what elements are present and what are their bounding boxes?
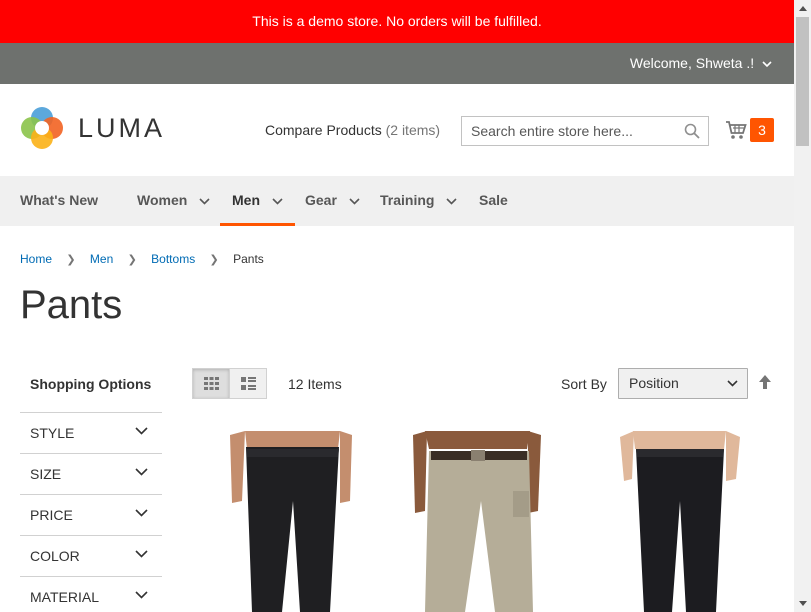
breadcrumb-current: Pants	[233, 252, 264, 266]
chevron-down-icon	[349, 198, 360, 205]
chevron-down-icon	[135, 427, 148, 435]
search-icon[interactable]	[684, 123, 700, 139]
shopping-options-title: Shopping Options	[30, 376, 152, 392]
filter-size[interactable]: SIZE	[20, 453, 162, 494]
nav-item-label: Women	[137, 192, 188, 208]
filter-price[interactable]: PRICE	[20, 494, 162, 535]
grid-icon	[203, 377, 219, 390]
product-image-1[interactable]	[200, 431, 370, 612]
nav-item-label: Gear	[305, 192, 337, 208]
main-navigation: What's New Women Men Gear Training Sale	[0, 176, 794, 226]
welcome-text: Welcome, Shweta .!	[629, 55, 755, 71]
chevron-right-icon: ❯	[127, 254, 137, 266]
top-bar: Welcome, Shweta .!	[0, 43, 794, 84]
filter-style[interactable]: STYLE	[20, 412, 162, 453]
product-image-2[interactable]	[395, 431, 565, 612]
filter-label: STYLE	[30, 425, 75, 441]
customer-welcome-menu[interactable]: Welcome, Shweta .!	[630, 43, 772, 84]
luma-logo-icon	[21, 107, 63, 149]
chevron-down-icon	[272, 198, 283, 205]
sort-direction-arrow-up-icon[interactable]	[758, 374, 772, 390]
scrollbar-thumb[interactable]	[796, 17, 809, 146]
chevron-down-icon	[135, 468, 148, 476]
filter-label: SIZE	[30, 466, 62, 482]
scroll-up-arrow-icon[interactable]	[794, 0, 811, 17]
chevron-right-icon: ❯	[209, 254, 219, 266]
chevron-down-icon	[135, 591, 148, 599]
product-photo-khaki-pants	[395, 431, 565, 612]
breadcrumb: Home ❯ Men ❯ Bottoms ❯ Pants	[20, 252, 264, 266]
filter-label: MATERIAL	[30, 589, 99, 605]
breadcrumb-bottoms[interactable]: Bottoms	[151, 252, 195, 266]
product-photo-black-pants-2	[598, 431, 768, 612]
nav-item-whats-new[interactable]: What's New	[20, 176, 98, 226]
chevron-down-icon	[762, 61, 772, 68]
product-image-3[interactable]	[598, 431, 768, 612]
chevron-right-icon: ❯	[66, 254, 76, 266]
scroll-down-arrow-icon[interactable]	[794, 595, 811, 612]
chevron-down-icon	[135, 509, 148, 517]
product-photo-black-pants	[200, 431, 370, 612]
compare-count: (2 items)	[385, 122, 441, 138]
page-title: Pants	[20, 283, 123, 327]
cart-count-badge: 3	[750, 118, 774, 142]
compare-label: Compare Products	[265, 122, 382, 138]
nav-item-training[interactable]: Training	[380, 176, 457, 226]
cart-icon	[726, 121, 747, 139]
breadcrumb-home[interactable]: Home	[20, 252, 52, 266]
nav-item-men[interactable]: Men	[220, 176, 295, 226]
filter-material[interactable]: MATERIAL	[20, 576, 162, 612]
nav-item-label: Training	[380, 192, 435, 208]
compare-products-link[interactable]: Compare Products (2 items)	[265, 122, 440, 138]
toolbar-amount: 12 Items	[288, 376, 342, 392]
nav-item-gear[interactable]: Gear	[305, 176, 360, 226]
breadcrumb-men[interactable]: Men	[90, 252, 113, 266]
chevron-down-icon	[446, 198, 457, 205]
sort-by-select[interactable]: Position	[618, 368, 748, 399]
nav-item-women[interactable]: Women	[137, 176, 210, 226]
header: LUMA Compare Products (2 items) 3	[0, 84, 794, 176]
list-icon	[240, 377, 256, 390]
grid-view-button[interactable]	[192, 368, 230, 399]
demo-notice: This is a demo store. No orders will be …	[0, 0, 794, 43]
minicart[interactable]: 3	[725, 118, 774, 142]
nav-item-sale[interactable]: Sale	[479, 176, 508, 226]
list-view-button[interactable]	[230, 368, 267, 399]
vertical-scrollbar[interactable]	[794, 0, 811, 612]
chevron-down-icon	[199, 198, 210, 205]
filter-color[interactable]: COLOR	[20, 535, 162, 576]
logo-text: LUMA	[78, 112, 166, 143]
search-input[interactable]	[462, 117, 676, 145]
filter-label: COLOR	[30, 548, 80, 564]
chevron-down-icon	[727, 380, 738, 387]
sort-by-value: Position	[629, 375, 679, 391]
filter-label: PRICE	[30, 507, 73, 523]
nav-item-label: Sale	[479, 192, 508, 208]
nav-item-label: What's New	[20, 192, 99, 208]
search-box	[461, 116, 709, 146]
sort-by-label: Sort By	[561, 376, 607, 392]
view-mode-switcher	[192, 368, 267, 399]
page: This is a demo store. No orders will be …	[0, 0, 794, 612]
logo[interactable]: LUMA	[20, 106, 165, 150]
chevron-down-icon	[135, 550, 148, 558]
nav-item-label: Men	[232, 192, 260, 208]
filter-list: STYLE SIZE PRICE COLOR MATERIAL	[20, 412, 162, 612]
